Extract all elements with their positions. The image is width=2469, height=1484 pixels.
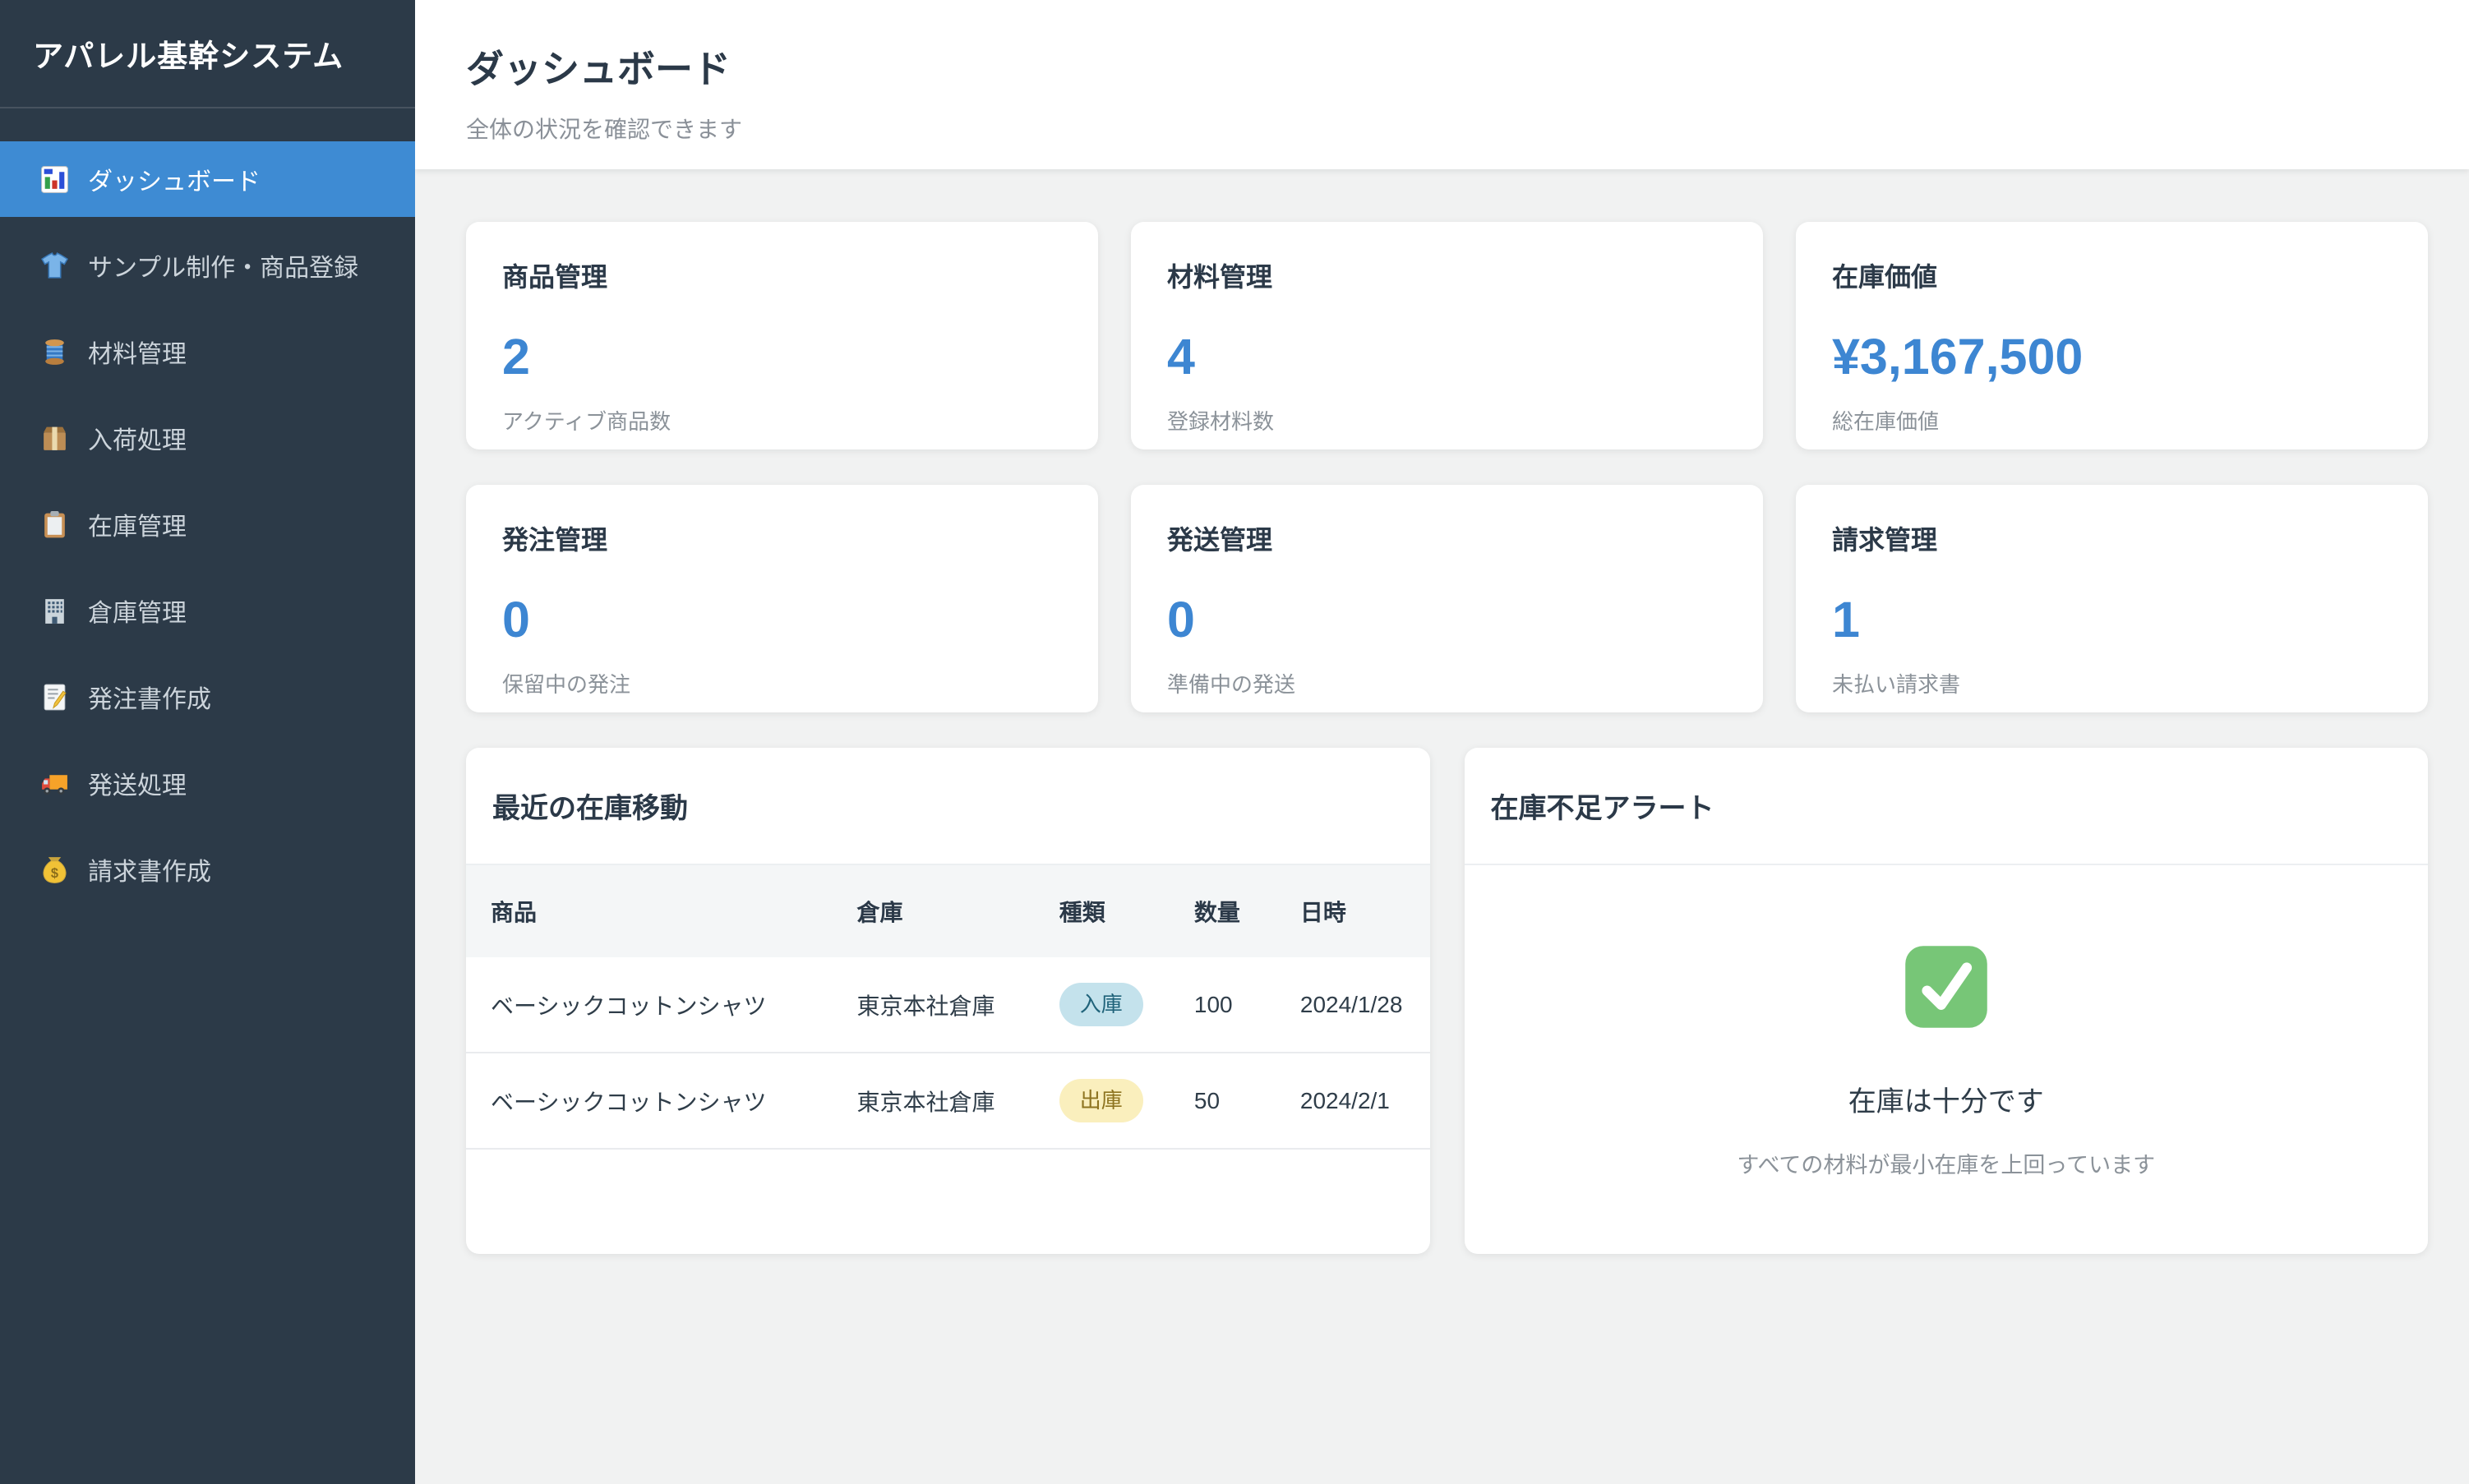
table-row[interactable]: ベーシックコットンシャツ 東京本社倉庫 入庫 100 2024/1/28 <box>466 957 1430 1053</box>
low-stock-alert-card: 在庫不足アラート 在庫は十分です すべての材料が最小在庫を上回っています <box>1465 748 2429 1254</box>
panel-header: 在庫不足アラート <box>1465 748 2429 865</box>
cell-date: 2024/1/28 <box>1276 957 1430 1053</box>
cell-quantity: 50 <box>1170 1053 1276 1149</box>
stat-label: アクティブ商品数 <box>502 405 1062 436</box>
cell-quantity: 100 <box>1170 957 1276 1053</box>
sidebar-item-receiving[interactable]: 入荷処理 <box>0 400 415 476</box>
cell-type: 入庫 <box>1035 957 1170 1053</box>
table-header-row: 商品 倉庫 種類 数量 日時 <box>466 865 1430 957</box>
memo-icon <box>39 682 70 712</box>
stat-value: ¥3,167,500 <box>1832 332 2392 382</box>
sidebar-item-label: 在庫管理 <box>88 506 187 542</box>
page-title: ダッシュボード <box>466 39 2418 94</box>
cell-product: ベーシックコットンシャツ <box>466 1053 833 1149</box>
stat-label: 総在庫価値 <box>1832 405 2392 436</box>
movement-type-badge: 出庫 <box>1059 1079 1143 1122</box>
stat-label: 未払い請求書 <box>1832 668 2392 698</box>
stat-title: 在庫価値 <box>1832 256 2392 294</box>
column-header-date: 日時 <box>1276 865 1430 957</box>
stat-value: 0 <box>502 595 1062 645</box>
sidebar-item-invoice-creation[interactable]: $ 請求書作成 <box>0 832 415 907</box>
sidebar-item-label: ダッシュボード <box>88 161 261 197</box>
stat-title: 材料管理 <box>1167 256 1727 294</box>
stat-card-purchase-orders: 発注管理 0 保留中の発注 <box>466 485 1098 712</box>
panel-header: 最近の在庫移動 <box>466 748 1430 865</box>
alert-body: 在庫は十分です すべての材料が最小在庫を上回っています <box>1465 865 2429 1179</box>
sidebar-item-label: 発注書作成 <box>88 679 211 715</box>
stat-value: 4 <box>1167 332 1727 382</box>
stat-card-inventory-value: 在庫価値 ¥3,167,500 総在庫価値 <box>1796 222 2428 449</box>
movement-type-badge: 入庫 <box>1059 983 1143 1026</box>
sidebar-item-sample-product-registration[interactable]: サンプル制作・商品登録 <box>0 228 415 303</box>
stat-value: 0 <box>1167 595 1727 645</box>
recent-movements-card: 最近の在庫移動 商品 倉庫 種類 数量 日時 <box>466 748 1430 1254</box>
bottom-grid: 最近の在庫移動 商品 倉庫 種類 数量 日時 <box>466 748 2428 1254</box>
stat-card-products: 商品管理 2 アクティブ商品数 <box>466 222 1098 449</box>
sidebar-item-label: 請求書作成 <box>88 851 211 887</box>
sidebar-item-label: サンプル制作・商品登録 <box>88 247 358 283</box>
stat-title: 発注管理 <box>502 519 1062 557</box>
cell-date: 2024/2/1 <box>1276 1053 1430 1149</box>
bar-chart-icon <box>39 164 70 195</box>
sidebar: アパレル基幹システム ダッシュボード サンプル制作・商品登録 材料管理 <box>0 0 415 1484</box>
sidebar-item-shipping[interactable]: 発送処理 <box>0 745 415 821</box>
building-icon <box>39 596 70 626</box>
clipboard-icon <box>39 509 70 540</box>
stat-label: 登録材料数 <box>1167 405 1727 436</box>
money-bag-icon: $ <box>39 855 70 885</box>
panel-title: 最近の在庫移動 <box>492 786 1404 826</box>
stat-card-materials: 材料管理 4 登録材料数 <box>1131 222 1763 449</box>
truck-icon <box>39 768 70 799</box>
alert-description: すべての材料が最小在庫を上回っています <box>1737 1147 2155 1179</box>
stat-value: 1 <box>1832 595 2392 645</box>
stat-title: 商品管理 <box>502 256 1062 294</box>
sidebar-item-dashboard[interactable]: ダッシュボード <box>0 141 415 217</box>
sidebar-nav: ダッシュボード サンプル制作・商品登録 材料管理 入荷処理 <box>0 108 415 907</box>
sidebar-item-inventory-management[interactable]: 在庫管理 <box>0 486 415 562</box>
panel-title: 在庫不足アラート <box>1491 786 2402 826</box>
content: 商品管理 2 アクティブ商品数 材料管理 4 登録材料数 在庫価値 ¥3,167… <box>415 169 2469 1484</box>
app-window: アパレル基幹システム ダッシュボード サンプル制作・商品登録 材料管理 <box>0 0 2469 1484</box>
sidebar-item-label: 倉庫管理 <box>88 592 187 629</box>
stat-label: 保留中の発注 <box>502 668 1062 698</box>
cell-type: 出庫 <box>1035 1053 1170 1149</box>
table-row[interactable]: ベーシックコットンシャツ 東京本社倉庫 出庫 50 2024/2/1 <box>466 1053 1430 1149</box>
sidebar-item-warehouse-management[interactable]: 倉庫管理 <box>0 573 415 648</box>
sidebar-item-label: 入荷処理 <box>88 420 187 456</box>
stat-title: 請求管理 <box>1832 519 2392 557</box>
cell-warehouse: 東京本社倉庫 <box>833 1053 1035 1149</box>
thread-icon <box>39 337 70 367</box>
sidebar-item-label: 発送処理 <box>88 765 187 801</box>
main-area: ダッシュボード 全体の状況を確認できます 商品管理 2 アクティブ商品数 材料管… <box>415 0 2469 1484</box>
sidebar-item-purchase-order-creation[interactable]: 発注書作成 <box>0 659 415 735</box>
column-header-quantity: 数量 <box>1170 865 1276 957</box>
column-header-warehouse: 倉庫 <box>833 865 1035 957</box>
package-icon <box>39 423 70 454</box>
t-shirt-icon <box>39 251 70 281</box>
movements-table: 商品 倉庫 種類 数量 日時 ベーシックコットンシャツ 東京本社倉庫 <box>466 865 1430 1150</box>
svg-text:$: $ <box>51 865 58 880</box>
sidebar-item-label: 材料管理 <box>88 334 187 370</box>
alert-message: 在庫は十分です <box>1848 1079 2044 1119</box>
stat-title: 発送管理 <box>1167 519 1727 557</box>
sidebar-header: アパレル基幹システム <box>0 0 415 108</box>
stat-card-invoices: 請求管理 1 未払い請求書 <box>1796 485 2428 712</box>
page-subtitle: 全体の状況を確認できます <box>466 112 2418 145</box>
stat-card-shipments: 発送管理 0 準備中の発送 <box>1131 485 1763 712</box>
stat-value: 2 <box>502 332 1062 382</box>
cell-product: ベーシックコットンシャツ <box>466 957 833 1053</box>
sidebar-item-material-management[interactable]: 材料管理 <box>0 314 415 389</box>
stat-label: 準備中の発送 <box>1167 668 1727 698</box>
cell-warehouse: 東京本社倉庫 <box>833 957 1035 1053</box>
column-header-product: 商品 <box>466 865 833 957</box>
column-header-type: 種類 <box>1035 865 1170 957</box>
stats-grid: 商品管理 2 アクティブ商品数 材料管理 4 登録材料数 在庫価値 ¥3,167… <box>466 222 2428 712</box>
check-mark-icon <box>1900 941 1992 1033</box>
page-header: ダッシュボード 全体の状況を確認できます <box>415 0 2469 169</box>
app-title: アパレル基幹システム <box>33 31 344 76</box>
